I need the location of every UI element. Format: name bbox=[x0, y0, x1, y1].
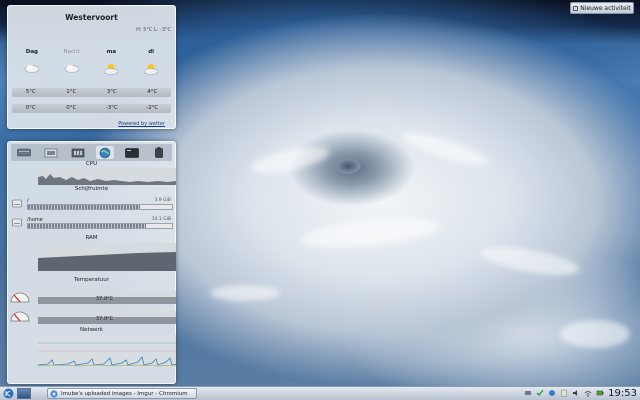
disk-usage-fill bbox=[28, 205, 141, 209]
weather-icons bbox=[12, 63, 171, 75]
disk-usage-bar bbox=[27, 223, 173, 229]
task-title: Imube's uploaded images - Imgur - Chromi… bbox=[61, 390, 188, 397]
new-activity-button[interactable]: Nieuwe activiteit bbox=[570, 2, 634, 14]
disk-usage-bar bbox=[27, 204, 173, 210]
weather-day-label: ma bbox=[106, 49, 117, 55]
volume-icon[interactable] bbox=[572, 389, 580, 397]
weather-low-temp: 0°C bbox=[66, 105, 77, 111]
system-monitor-toolbar bbox=[11, 144, 172, 161]
sun-cloud-icon bbox=[104, 64, 119, 75]
terminal-icon bbox=[124, 147, 139, 158]
network-button[interactable] bbox=[95, 146, 114, 159]
disk-free: 3.9 GiB bbox=[154, 198, 171, 203]
cpu-button[interactable] bbox=[69, 146, 87, 159]
memory-icon bbox=[44, 148, 58, 157]
temperature-value: 37.0°C bbox=[96, 296, 114, 302]
cloud-icon bbox=[24, 65, 40, 73]
disk-usage-fill bbox=[28, 224, 147, 228]
weather-high-temp: 1°C bbox=[66, 89, 77, 95]
weather-summary: H: 5°C L: -3°C bbox=[136, 27, 171, 33]
network-icon[interactable] bbox=[524, 389, 532, 397]
cpu-icon bbox=[71, 148, 85, 157]
powered-by-link[interactable]: Powered by wetter bbox=[118, 121, 165, 127]
temperature-value: 37.0°C bbox=[96, 316, 114, 322]
harddisk-icon bbox=[17, 148, 32, 157]
ram-heading: RAM bbox=[85, 235, 98, 241]
taskbar: Imube's uploaded images - Imgur - Chromi… bbox=[0, 386, 640, 400]
battery-icon bbox=[154, 147, 163, 158]
weather-day-label: Nacht bbox=[63, 49, 80, 55]
kde-logo-icon bbox=[3, 388, 13, 399]
activities-icon bbox=[573, 5, 579, 11]
ram-graph bbox=[38, 243, 176, 271]
weather-day-labels: Dag Nacht ma di bbox=[12, 49, 171, 55]
battery-button[interactable] bbox=[150, 146, 168, 159]
network-heading: Netwerk bbox=[80, 327, 103, 333]
cloud-icon bbox=[64, 65, 79, 73]
weather-high-row: 5°C 1°C 3°C 4°C bbox=[12, 88, 171, 97]
memory-button[interactable] bbox=[42, 146, 60, 159]
drive-icon bbox=[12, 218, 22, 227]
weather-low-temp: -2°C bbox=[146, 105, 159, 111]
system-tray bbox=[524, 389, 604, 397]
weather-high-temp: 5°C bbox=[25, 89, 36, 95]
cpu-graph bbox=[38, 168, 176, 185]
disk-heading: Schijfruimte bbox=[74, 186, 109, 192]
notifications-icon[interactable] bbox=[548, 389, 556, 397]
network-graph bbox=[38, 335, 176, 367]
weather-day-label: Dag bbox=[25, 49, 38, 55]
network-globe-icon bbox=[99, 147, 111, 158]
disk-free: 10.1 GiB bbox=[151, 217, 171, 222]
system-monitor-widget: CPU Schijfruimte / 3.9 GiB /home 10.1 Gi… bbox=[7, 141, 176, 384]
terminal-button[interactable] bbox=[123, 146, 141, 159]
harddisk-button[interactable] bbox=[15, 146, 33, 159]
gauge-icon bbox=[10, 311, 30, 322]
drive-icon bbox=[12, 199, 22, 208]
weather-widget: Westervoort H: 5°C L: -3°C Dag Nacht ma … bbox=[7, 5, 176, 129]
application-launcher-button[interactable] bbox=[0, 387, 16, 400]
wifi-icon[interactable] bbox=[584, 389, 592, 397]
weather-day-label: di bbox=[148, 49, 155, 55]
new-activity-label: Nieuwe activiteit bbox=[580, 4, 631, 12]
weather-high-temp: 3°C bbox=[106, 89, 117, 95]
weather-low-temp: -3°C bbox=[105, 105, 118, 111]
weather-low-temp: 0°C bbox=[25, 105, 36, 111]
gauge-icon bbox=[10, 292, 30, 303]
weather-low-row: 0°C 0°C -3°C -2°C bbox=[12, 104, 171, 113]
show-desktop-button[interactable] bbox=[17, 388, 31, 399]
chromium-icon bbox=[50, 389, 58, 398]
weather-high-temp: 4°C bbox=[147, 89, 158, 95]
weather-city: Westervoort bbox=[65, 13, 118, 22]
task-chromium[interactable]: Imube's uploaded images - Imgur - Chromi… bbox=[47, 388, 197, 399]
sun-cloud-icon bbox=[143, 64, 159, 75]
cpu-heading: CPU bbox=[85, 161, 98, 167]
clipboard-icon[interactable] bbox=[560, 389, 568, 397]
storm-eye bbox=[335, 158, 361, 174]
clock[interactable]: 19:53 bbox=[608, 388, 637, 399]
battery-tray-icon[interactable] bbox=[596, 389, 604, 397]
temperature-heading: Temperatuur bbox=[73, 277, 110, 283]
updates-check-icon[interactable] bbox=[536, 389, 544, 397]
